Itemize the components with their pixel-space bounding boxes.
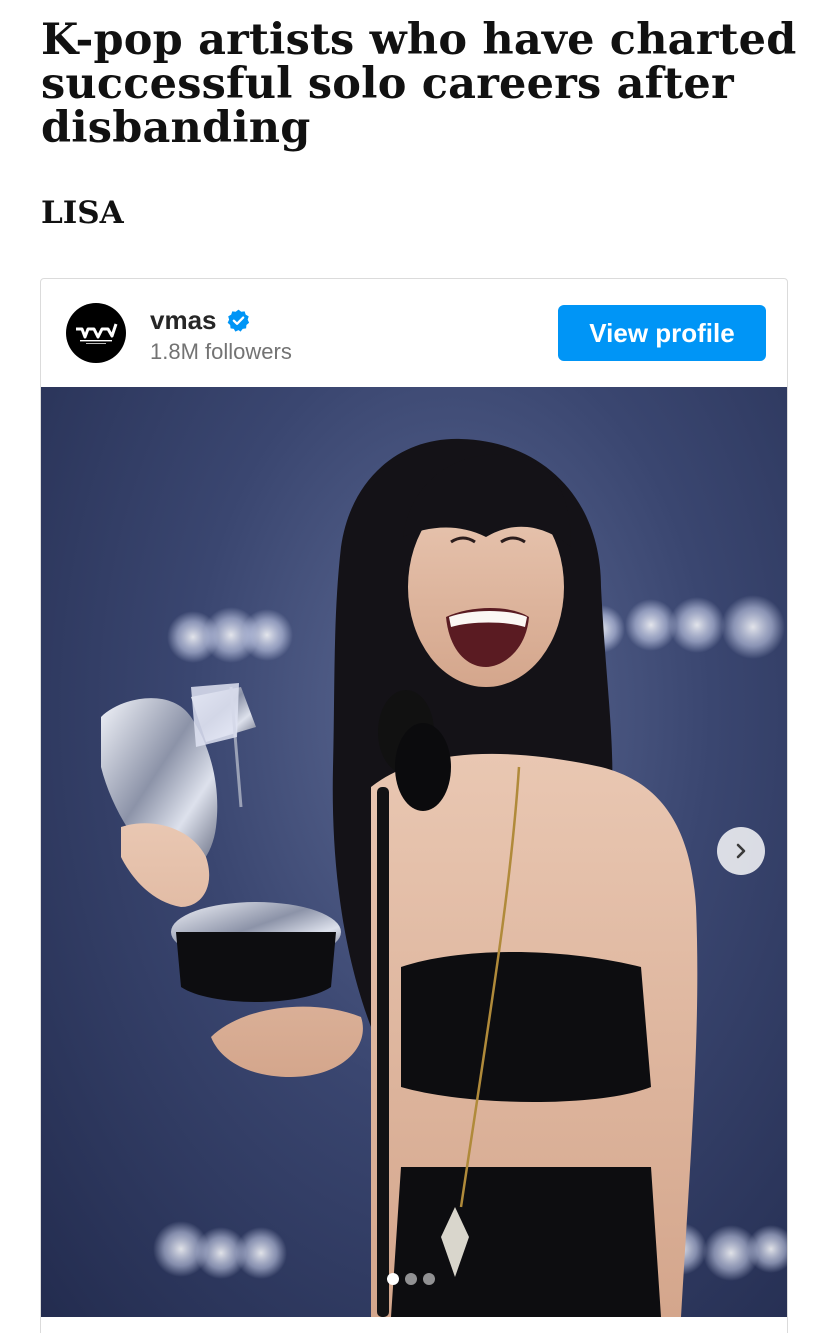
username-text: vmas: [150, 305, 217, 335]
chevron-right-icon: [736, 843, 746, 859]
view-profile-button[interactable]: View profile: [558, 305, 766, 361]
verified-badge-icon: [227, 309, 249, 332]
carousel-next-button[interactable]: [717, 827, 765, 875]
account-username[interactable]: vmas: [150, 305, 251, 336]
article-headline: K-pop artists who have charted successfu…: [41, 15, 797, 153]
photo-artwork: [101, 438, 787, 1317]
carousel-dot[interactable]: [405, 1273, 417, 1285]
post-photo[interactable]: [41, 387, 787, 1317]
carousel-indicator: [387, 1273, 435, 1285]
carousel-dot[interactable]: [387, 1273, 399, 1285]
follower-count: 1.8M followers: [150, 339, 292, 364]
section-name: LISA: [41, 195, 124, 231]
carousel-dot[interactable]: [423, 1273, 435, 1285]
embed-header: vmas 1.8M followers View profile: [41, 279, 787, 387]
account-avatar[interactable]: [66, 303, 126, 363]
vma-logo-icon: [76, 323, 118, 344]
instagram-embed: vmas 1.8M followers View profile: [40, 278, 788, 1333]
